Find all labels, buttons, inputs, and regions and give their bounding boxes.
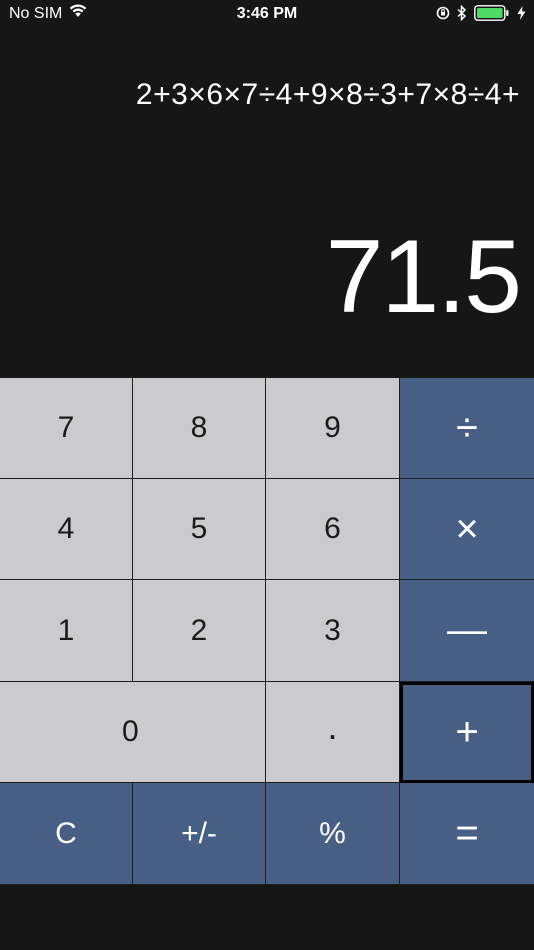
- key-5[interactable]: 5: [133, 479, 266, 580]
- charging-bolt-icon: [517, 6, 526, 25]
- orientation-lock-icon: [436, 6, 450, 25]
- key-6[interactable]: 6: [266, 479, 400, 580]
- key-2[interactable]: 2: [133, 580, 266, 682]
- status-right: [429, 4, 526, 26]
- key-8[interactable]: 8: [133, 378, 266, 479]
- key-3[interactable]: 3: [266, 580, 400, 682]
- key-0[interactable]: 0: [0, 682, 266, 783]
- expression-display: 2+3×6×7÷4+9×8÷3+7×8÷4+: [135, 78, 520, 111]
- clear-button[interactable]: C: [0, 783, 133, 885]
- status-bar: No SIM 3:46 PM: [0, 0, 534, 28]
- sign-toggle-button[interactable]: +/-: [133, 783, 266, 885]
- subtract-button[interactable]: —: [400, 580, 534, 682]
- divide-button[interactable]: ÷: [400, 378, 534, 479]
- battery-icon: [474, 5, 510, 26]
- add-button[interactable]: +: [400, 682, 534, 783]
- decimal-point-button[interactable]: .: [266, 682, 400, 783]
- keypad: 7 8 9 ÷ 4 5 6 × 1 2 3 — 0 . + C +/- % =: [0, 378, 534, 885]
- key-4[interactable]: 4: [0, 479, 133, 580]
- multiply-button[interactable]: ×: [400, 479, 534, 580]
- equals-button[interactable]: =: [400, 783, 534, 885]
- key-7[interactable]: 7: [0, 378, 133, 479]
- key-1[interactable]: 1: [0, 580, 133, 682]
- key-9[interactable]: 9: [266, 378, 400, 479]
- percent-button[interactable]: %: [266, 783, 400, 885]
- bluetooth-icon: [457, 4, 467, 26]
- calculator-screen: No SIM 3:46 PM 2+3×6×7÷4+9×8÷3+7×8÷4+ 71…: [0, 0, 534, 950]
- result-display: 71.5: [325, 219, 522, 335]
